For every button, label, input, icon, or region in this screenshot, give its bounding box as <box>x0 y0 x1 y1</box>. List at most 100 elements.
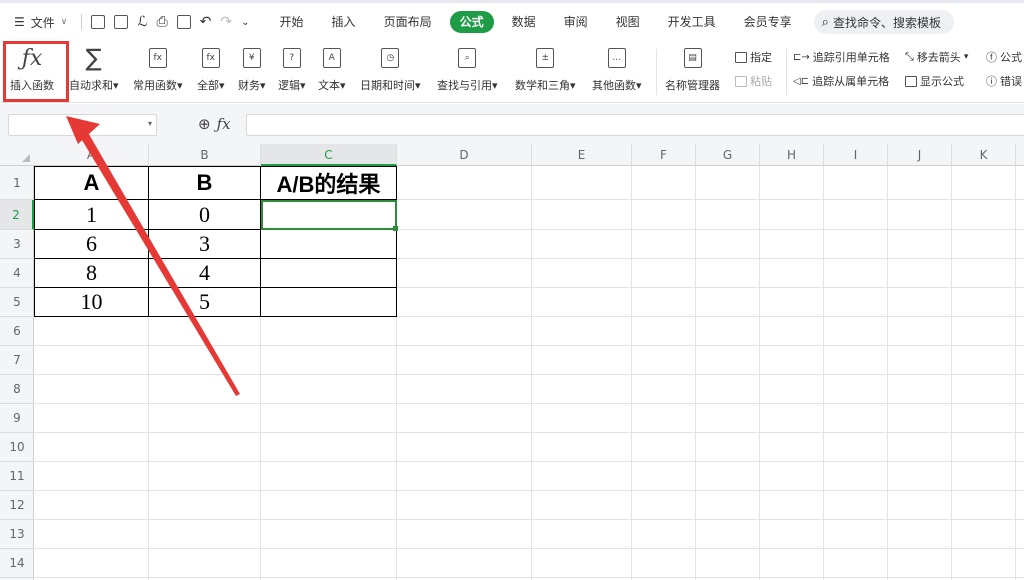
trace-precedents-button[interactable]: ⊏→ 追踪引用单元格 <box>793 49 890 65</box>
customize-dropdown-icon[interactable]: ⌄ <box>241 17 249 28</box>
specify-icon <box>735 51 747 63</box>
row-header-7[interactable]: 7 <box>0 346 34 375</box>
trace-dependents-button[interactable]: ◁⊏ 追踪从属单元格 <box>793 73 889 89</box>
math-icon: ± <box>536 48 555 68</box>
finance-icon: ¥ <box>242 48 261 68</box>
table-cell[interactable]: 4 <box>149 259 261 288</box>
command-search[interactable]: ⌕ 查找命令、搜索模板 <box>813 10 954 34</box>
table-cell[interactable] <box>261 259 397 288</box>
zoom-icon[interactable]: ⊕ <box>198 115 211 133</box>
row-header-12[interactable]: 12 <box>0 491 34 520</box>
tab-2[interactable]: 页面布局 <box>370 11 446 33</box>
table-cell[interactable] <box>261 200 397 230</box>
name-manager-button[interactable]: ▤ 名称管理器 <box>665 45 720 93</box>
row-header-13[interactable]: 13 <box>0 520 34 549</box>
all-functions-button[interactable]: fx 全部▾ <box>197 45 225 93</box>
column-header-h[interactable]: H <box>760 144 824 166</box>
autosum-label: 自动求和 <box>69 79 113 92</box>
column-header-c[interactable]: C <box>261 144 397 166</box>
tab-6[interactable]: 视图 <box>602 11 654 33</box>
print-preview-icon[interactable] <box>176 15 191 29</box>
tab-4[interactable]: 数据 <box>498 11 550 33</box>
trace-precedents-label: 追踪引用单元格 <box>812 51 890 64</box>
datetime-button[interactable]: ◷ 日期和时间▾ <box>360 45 421 93</box>
remove-arrows-button[interactable]: ⤡ 移去箭头 ▾ <box>905 49 968 65</box>
tab-5[interactable]: 审阅 <box>550 11 602 33</box>
chevron-down-icon[interactable]: ▾ <box>148 119 152 128</box>
file-menu[interactable]: ☰ 文件 ∨ <box>14 14 67 31</box>
text-button[interactable]: A 文本▾ <box>318 45 346 93</box>
tab-7[interactable]: 开发工具 <box>654 11 730 33</box>
specify-button[interactable]: 指定 <box>735 49 772 65</box>
table-cell[interactable] <box>261 288 397 317</box>
show-formulas-button[interactable]: 显示公式 <box>905 73 964 89</box>
table-cell[interactable]: 10 <box>34 288 149 317</box>
tab-1[interactable]: 插入 <box>318 11 370 33</box>
row-header-11[interactable]: 11 <box>0 462 34 491</box>
undo-icon[interactable]: ↶ <box>200 14 212 30</box>
row-header-9[interactable]: 9 <box>0 404 34 433</box>
column-header-g[interactable]: G <box>696 144 760 166</box>
row-header-1[interactable]: 1 <box>0 166 34 200</box>
select-all-corner[interactable] <box>0 144 34 166</box>
logic-button[interactable]: ? 逻辑▾ <box>278 45 306 93</box>
error-check-button[interactable]: ⓘ 错误 <box>986 73 1022 89</box>
table-cell[interactable]: 3 <box>149 230 261 259</box>
common-functions-button[interactable]: fx 常用函数▾ <box>133 45 183 93</box>
print-icon[interactable]: ⎙ <box>156 14 167 30</box>
redo-icon[interactable]: ↷ <box>220 14 232 30</box>
row-header-8[interactable]: 8 <box>0 375 34 404</box>
column-header-l[interactable]: L <box>1016 144 1024 166</box>
row-header-6[interactable]: 6 <box>0 317 34 346</box>
row-header-14[interactable]: 14 <box>0 549 34 578</box>
grid-line-horizontal <box>34 577 1024 578</box>
tab-8[interactable]: 会员专享 <box>730 11 806 33</box>
table-header-cell[interactable]: B <box>149 166 261 200</box>
column-header-k[interactable]: K <box>952 144 1016 166</box>
table-cell[interactable] <box>261 230 397 259</box>
paste-name-button[interactable]: 粘贴 <box>735 73 772 89</box>
other-functions-button[interactable]: … 其他函数▾ <box>592 45 642 93</box>
trace-dependents-icon: ◁⊏ <box>793 75 810 87</box>
dropdown-arrow-icon: ▾ <box>113 79 119 92</box>
column-header-a[interactable]: A <box>34 144 149 166</box>
worksheet-grid[interactable]: A B A/B的结果 1 0 6 3 8 4 10 5 <box>34 166 1024 580</box>
table-cell[interactable]: 1 <box>34 200 149 230</box>
new-file-icon[interactable] <box>91 15 106 29</box>
table-header-cell[interactable]: A <box>34 166 149 200</box>
row-header-3[interactable]: 3 <box>0 230 34 259</box>
finance-button[interactable]: ¥ 财务▾ <box>238 45 266 93</box>
tab-3[interactable]: 公式 <box>449 11 494 33</box>
table-cell[interactable]: 6 <box>34 230 149 259</box>
lookup-button[interactable]: ⌕ 查找与引用▾ <box>437 45 498 93</box>
tab-0[interactable]: 开始 <box>266 11 318 33</box>
row-header-10[interactable]: 10 <box>0 433 34 462</box>
row-header-4[interactable]: 4 <box>0 259 34 288</box>
save-icon[interactable] <box>114 15 129 29</box>
row-header-2[interactable]: 2 <box>0 200 34 230</box>
common-functions-icon: fx <box>148 48 167 68</box>
column-header-d[interactable]: D <box>397 144 532 166</box>
format-painter-icon[interactable]: ℒ <box>137 14 147 30</box>
clock-icon: ◷ <box>381 48 400 68</box>
finance-label: 财务 <box>238 79 260 92</box>
table-cell[interactable]: 5 <box>149 288 261 317</box>
column-header-e[interactable]: E <box>532 144 632 166</box>
fx-icon[interactable]: ƒx <box>217 115 231 133</box>
fill-handle[interactable] <box>393 226 398 231</box>
formula-evaluate-button[interactable]: ⓕ 公式 <box>986 49 1022 65</box>
lookup-label: 查找与引用 <box>437 79 492 92</box>
row-header-5[interactable]: 5 <box>0 288 34 317</box>
table-cell[interactable]: 0 <box>149 200 261 230</box>
math-button[interactable]: ± 数学和三角▾ <box>515 45 576 93</box>
formula-input[interactable] <box>246 114 1024 136</box>
column-header-i[interactable]: I <box>824 144 888 166</box>
column-header-b[interactable]: B <box>149 144 261 166</box>
grid-line-horizontal <box>34 432 1024 433</box>
column-header-f[interactable]: F <box>632 144 696 166</box>
autosum-button[interactable]: ∑ 自动求和▾ <box>69 44 119 93</box>
name-box[interactable]: ▾ <box>8 114 157 136</box>
table-header-cell[interactable]: A/B的结果 <box>261 166 397 200</box>
table-cell[interactable]: 8 <box>34 259 149 288</box>
column-header-j[interactable]: J <box>888 144 952 166</box>
